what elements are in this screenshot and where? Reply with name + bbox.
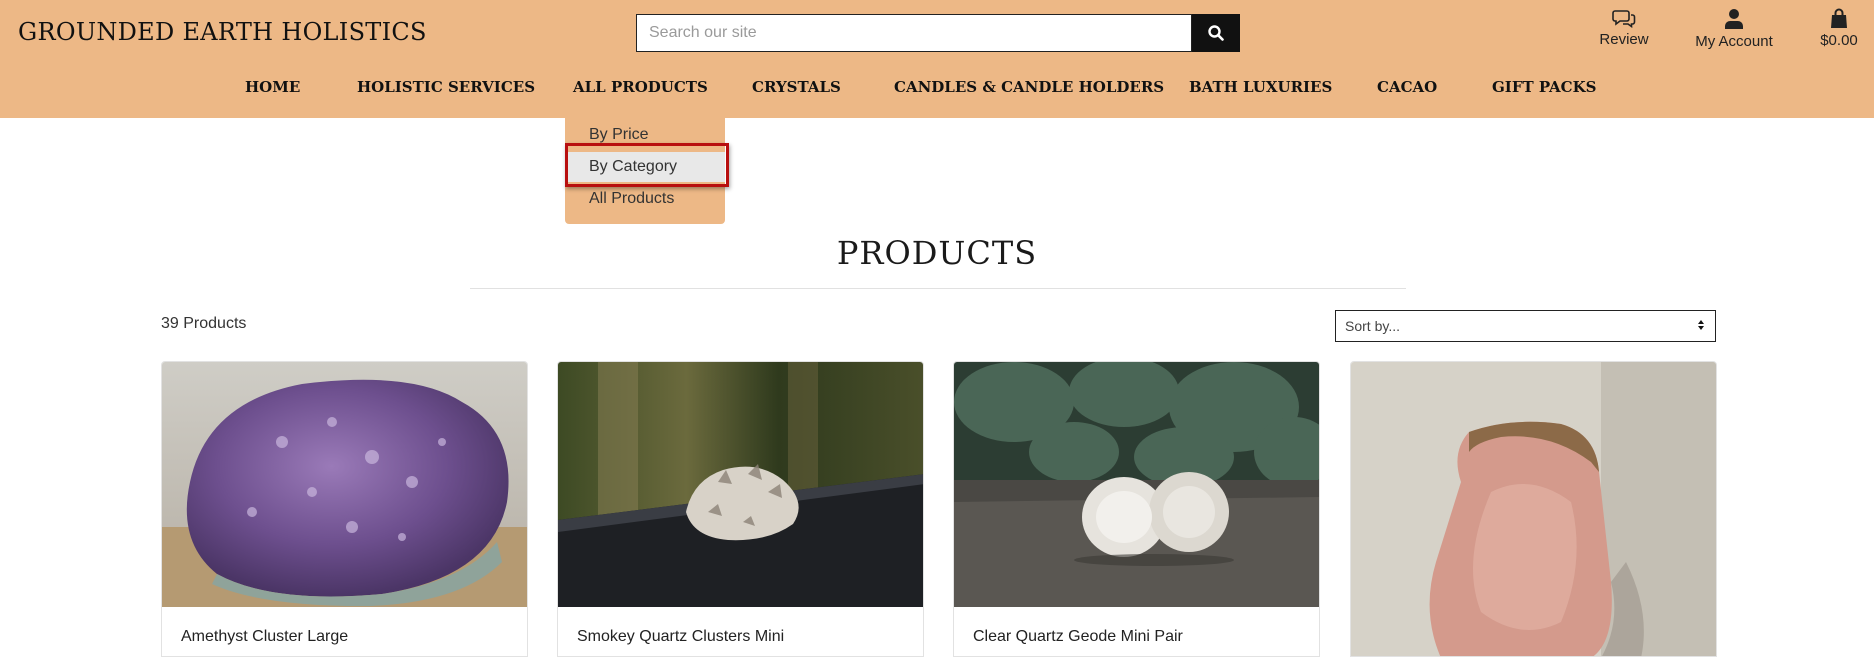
nav-gift-packs[interactable]: GIFT PACKS <box>1492 78 1597 96</box>
product-name[interactable]: Smokey Quartz Clusters Mini <box>577 628 784 646</box>
product-name[interactable]: Clear Quartz Geode Mini Pair <box>973 628 1183 646</box>
cart-total: $0.00 <box>1820 32 1858 49</box>
nav-holistic-services[interactable]: HOLISTIC SERVICES <box>357 78 535 96</box>
clear-quartz-geode-photo <box>954 362 1319 607</box>
product-card[interactable] <box>1350 361 1717 657</box>
my-account-link[interactable]: My Account <box>1692 8 1776 50</box>
chat-icon <box>1612 10 1636 28</box>
title-divider <box>470 288 1406 289</box>
nav-all-products[interactable]: ALL PRODUCTS <box>573 78 708 96</box>
sort-label: Sort by... <box>1345 318 1400 334</box>
header-utilities: Review My Account $0.00 <box>0 8 1874 56</box>
product-image[interactable] <box>558 362 923 607</box>
dropdown-item-by-category[interactable]: By Category <box>565 152 725 182</box>
product-image[interactable] <box>1351 362 1716 656</box>
user-icon <box>1725 9 1743 29</box>
nav-crystals[interactable]: CRYSTALS <box>752 78 841 96</box>
dropdown-item-by-price[interactable]: By Price <box>565 120 725 150</box>
product-card[interactable]: Smokey Quartz Clusters Mini <box>557 361 924 657</box>
sort-arrows-icon <box>1698 320 1704 330</box>
review-label: Review <box>1599 31 1649 48</box>
cart-link[interactable]: $0.00 <box>1818 8 1860 49</box>
nav-home[interactable]: HOME <box>245 78 300 96</box>
nav-candles[interactable]: CANDLES & CANDLE HOLDERS <box>894 78 1164 96</box>
nav-cacao[interactable]: CACAO <box>1377 78 1437 96</box>
site-header: GROUNDED EARTH HOLISTICS Review My Accou… <box>0 0 1874 118</box>
product-name[interactable]: Amethyst Cluster Large <box>181 628 348 646</box>
main-nav: HOME HOLISTIC SERVICES ALL PRODUCTS CRYS… <box>0 78 1874 102</box>
review-link[interactable]: Review <box>1598 8 1650 48</box>
nav-bath-luxuries[interactable]: BATH LUXURIES <box>1189 78 1332 96</box>
all-products-dropdown: By Price By Category All Products <box>565 118 725 224</box>
my-account-label: My Account <box>1695 33 1773 50</box>
smokey-quartz-photo <box>558 362 923 607</box>
dropdown-item-all-products[interactable]: All Products <box>565 184 725 214</box>
pink-stone-photo <box>1351 362 1716 656</box>
product-image[interactable] <box>162 362 527 607</box>
product-card[interactable]: Clear Quartz Geode Mini Pair <box>953 361 1320 657</box>
product-image[interactable] <box>954 362 1319 607</box>
product-card[interactable]: Amethyst Cluster Large <box>161 361 528 657</box>
page-title: PRODUCTS <box>836 234 1038 272</box>
amethyst-photo <box>162 362 527 607</box>
product-count: 39 Products <box>161 315 247 332</box>
sort-select[interactable]: Sort by... <box>1335 310 1716 342</box>
shopping-bag-icon <box>1831 8 1847 28</box>
